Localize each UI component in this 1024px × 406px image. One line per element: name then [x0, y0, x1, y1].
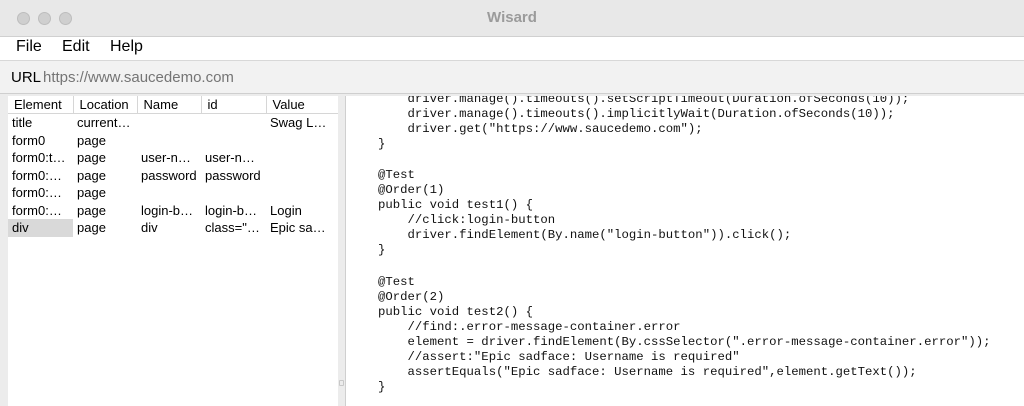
code-line: @Order(2) — [378, 290, 445, 304]
cell-name — [137, 184, 201, 202]
code-line: driver.findElement(By.name("login-button… — [378, 228, 792, 242]
table-row[interactable]: form0:… page login-b… login-b… Login — [8, 202, 338, 220]
url-bar: URL — [0, 61, 1024, 94]
cell-value: Login — [270, 202, 302, 218]
title-bar[interactable]: Wisard — [0, 0, 1024, 37]
column-header-name[interactable]: Name — [137, 96, 202, 114]
code-line: @Test — [378, 168, 415, 182]
cell-element: form0:… — [12, 167, 62, 183]
cell-value: Epic sa… — [270, 220, 326, 236]
cell-name: div — [141, 220, 158, 236]
url-label: URL — [11, 69, 42, 86]
cell-id — [201, 184, 266, 202]
cell-id — [201, 114, 266, 132]
cell-element: form0:t… — [12, 150, 66, 166]
cell-element: div — [8, 219, 73, 237]
cell-name — [137, 114, 201, 132]
code-line: driver.manage().timeouts().setScriptTime… — [378, 96, 910, 106]
cell-name: password — [141, 167, 197, 183]
code-line: public void test2() { — [378, 305, 533, 319]
table-row[interactable]: title current… Swag L… — [8, 114, 338, 132]
cell-value — [266, 167, 338, 185]
code-line: //find:.error-message-container.error — [378, 320, 681, 334]
table-header-row: Element Location Name id Value — [8, 96, 339, 114]
cell-location: page — [77, 132, 106, 148]
column-header-element[interactable]: Element — [8, 96, 74, 114]
cell-location: page — [77, 185, 106, 201]
menu-edit[interactable]: Edit — [62, 38, 90, 56]
cell-element: form0:… — [12, 202, 62, 218]
cell-id: class="… — [205, 220, 260, 236]
column-header-location[interactable]: Location — [73, 96, 138, 114]
cell-element: form0:… — [12, 185, 62, 201]
code-line: assertEquals("Epic sadface: Username is … — [378, 365, 917, 379]
code-line: } — [378, 380, 386, 394]
table-row[interactable]: form0:… page password password — [8, 167, 338, 185]
cell-name — [137, 132, 201, 150]
url-input[interactable] — [40, 66, 1024, 88]
cell-value — [266, 132, 338, 150]
cell-value — [266, 184, 338, 202]
column-header-value[interactable]: Value — [266, 96, 339, 114]
table-row[interactable]: form0:… page — [8, 184, 338, 202]
table-row[interactable]: form0 page — [8, 132, 338, 150]
cell-location: page — [77, 202, 106, 218]
code-editor[interactable]: driver.manage().timeouts().setScriptTime… — [346, 96, 1024, 406]
cell-element: form0 — [12, 132, 46, 148]
column-header-id[interactable]: id — [201, 96, 267, 114]
cell-name: user-n… — [141, 150, 191, 166]
cell-id: login-b… — [205, 202, 258, 218]
cell-element: title — [12, 115, 33, 131]
cell-location: page — [77, 220, 106, 236]
code-line: element = driver.findElement(By.cssSelec… — [378, 335, 991, 349]
elements-panel: Element Location Name id Value title cur… — [8, 96, 339, 406]
elements-table: Element Location Name id Value title cur… — [8, 96, 339, 237]
cell-value: Swag L… — [270, 115, 327, 131]
code-line: driver.get("https://www.saucedemo.com"); — [378, 122, 703, 136]
cell-id: password — [205, 167, 261, 183]
menu-file[interactable]: File — [16, 38, 42, 56]
cell-location: page — [77, 150, 106, 166]
app-window: Wisard File Edit Help URL Element Locati… — [0, 0, 1024, 406]
code-line: //assert:"Epic sadface: Username is requ… — [378, 350, 740, 364]
code-line: driver.manage().timeouts().implicitlyWai… — [378, 107, 895, 121]
cell-location: current… — [77, 115, 131, 131]
cell-id: user-n… — [205, 150, 255, 166]
splitter-grip-icon[interactable] — [339, 380, 344, 386]
table-row-selected[interactable]: div page div class="… Epic sa… — [8, 219, 338, 237]
cell-value — [266, 149, 338, 167]
code-line: //click:login-button — [378, 213, 556, 227]
cell-location: page — [77, 167, 106, 183]
code-line: } — [378, 137, 386, 151]
window-title: Wisard — [487, 9, 537, 26]
menu-help[interactable]: Help — [110, 38, 143, 56]
pane-splitter[interactable] — [338, 96, 346, 406]
code-line: } — [378, 243, 386, 257]
code-line: @Test — [378, 275, 415, 289]
table-row[interactable]: form0:t… page user-n… user-n… — [8, 149, 338, 167]
code-line: public void test1() { — [378, 198, 533, 212]
menu-bar: File Edit Help — [0, 37, 1024, 61]
cell-name: login-b… — [141, 202, 194, 218]
cell-id — [201, 132, 266, 150]
code-line: @Order(1) — [378, 183, 445, 197]
